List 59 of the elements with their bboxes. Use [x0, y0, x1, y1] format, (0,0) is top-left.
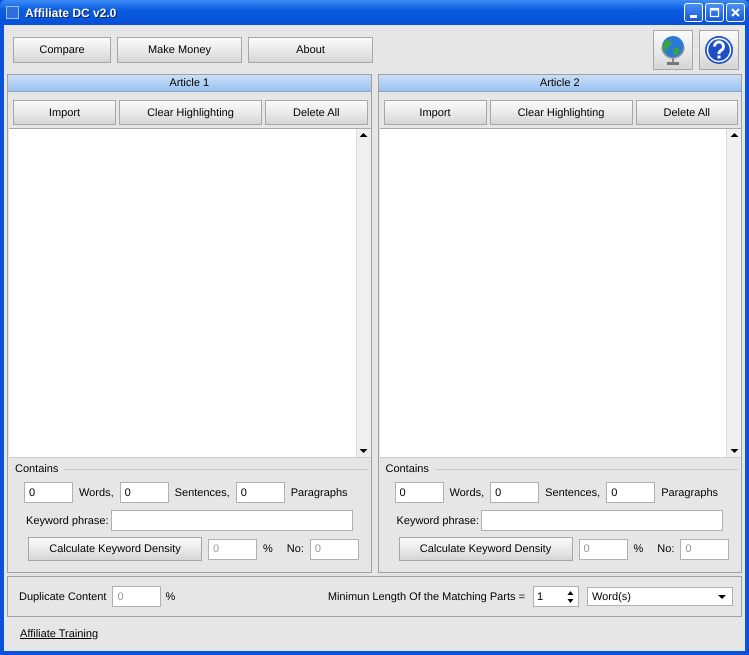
close-icon [729, 6, 742, 19]
toolbar-button[interactable]: About [248, 37, 373, 63]
training-link[interactable]: Affiliate Training [20, 628, 98, 640]
globe-button[interactable] [653, 30, 693, 70]
count-label: Sentences, [545, 486, 600, 498]
percent-label: % [634, 543, 644, 555]
calculate-button[interactable]: Calculate Keyword Density [28, 537, 202, 561]
count-field[interactable]: 0 [394, 482, 444, 503]
keyword-field[interactable] [110, 510, 353, 531]
down-arrow-icon[interactable] [358, 447, 369, 455]
count-label: Paragraphs [290, 486, 348, 498]
article-button[interactable]: Clear Highlighting [490, 100, 632, 125]
calculate-button[interactable]: Calculate Keyword Density [398, 537, 572, 561]
min-length-label: Minimun Length Of the Matching Parts = [328, 590, 525, 602]
number-label: No: [657, 543, 674, 555]
minimize-icon [690, 14, 697, 18]
group-label: Contains [386, 463, 429, 475]
article-button[interactable]: Delete All [636, 100, 738, 125]
up-arrow-icon[interactable] [358, 131, 369, 139]
article-button[interactable]: Import [384, 100, 486, 125]
article-button[interactable]: Delete All [265, 100, 368, 125]
toolbar-button[interactable]: Compare [13, 37, 111, 63]
count-field[interactable]: 0 [24, 482, 73, 503]
keyword-field[interactable] [481, 510, 724, 531]
count-field[interactable]: 0 [120, 482, 169, 503]
count-label: Words, [450, 486, 484, 498]
article-button[interactable]: Import [13, 100, 116, 125]
count-field[interactable]: 0 [236, 482, 285, 503]
scrollbar[interactable] [356, 129, 370, 457]
duplicate-label: Duplicate Content [19, 590, 106, 602]
app-icon[interactable] [6, 6, 19, 19]
count-field[interactable]: 0 [490, 482, 540, 503]
keyword-label: Keyword phrase: [26, 514, 109, 526]
number-label: No: [286, 543, 304, 555]
percent-label: % [165, 590, 176, 602]
dropdown-arrow-icon [716, 592, 728, 600]
percent-label: % [263, 543, 273, 555]
group-label: Contains [15, 463, 58, 475]
help-icon [704, 35, 734, 65]
unit-dropdown[interactable]: Word(s) [587, 587, 733, 606]
min-length-spinner[interactable]: 1 [533, 586, 579, 607]
maximize-icon [708, 6, 721, 19]
scrollbar[interactable] [726, 129, 741, 457]
panel-title: Article 1 [169, 77, 210, 89]
panel-title: Article 2 [540, 77, 580, 89]
count-label: Words, [79, 486, 114, 498]
article-button[interactable]: Clear Highlighting [119, 100, 262, 125]
up-arrow-icon[interactable] [728, 131, 740, 139]
count-label: Paragraphs [661, 486, 718, 498]
count-label: Sentences, [174, 486, 230, 498]
count-field[interactable]: 0 [606, 482, 656, 503]
toolbar-button[interactable]: Make Money [117, 37, 242, 63]
keyword-label: Keyword phrase: [396, 514, 480, 526]
maximize-button[interactable] [705, 3, 724, 22]
help-button[interactable] [699, 30, 739, 70]
close-button[interactable] [726, 3, 745, 22]
window-title: Affiliate DC v2.0 [25, 6, 116, 20]
minimize-button[interactable] [684, 3, 703, 22]
down-arrow-icon[interactable] [728, 447, 740, 455]
